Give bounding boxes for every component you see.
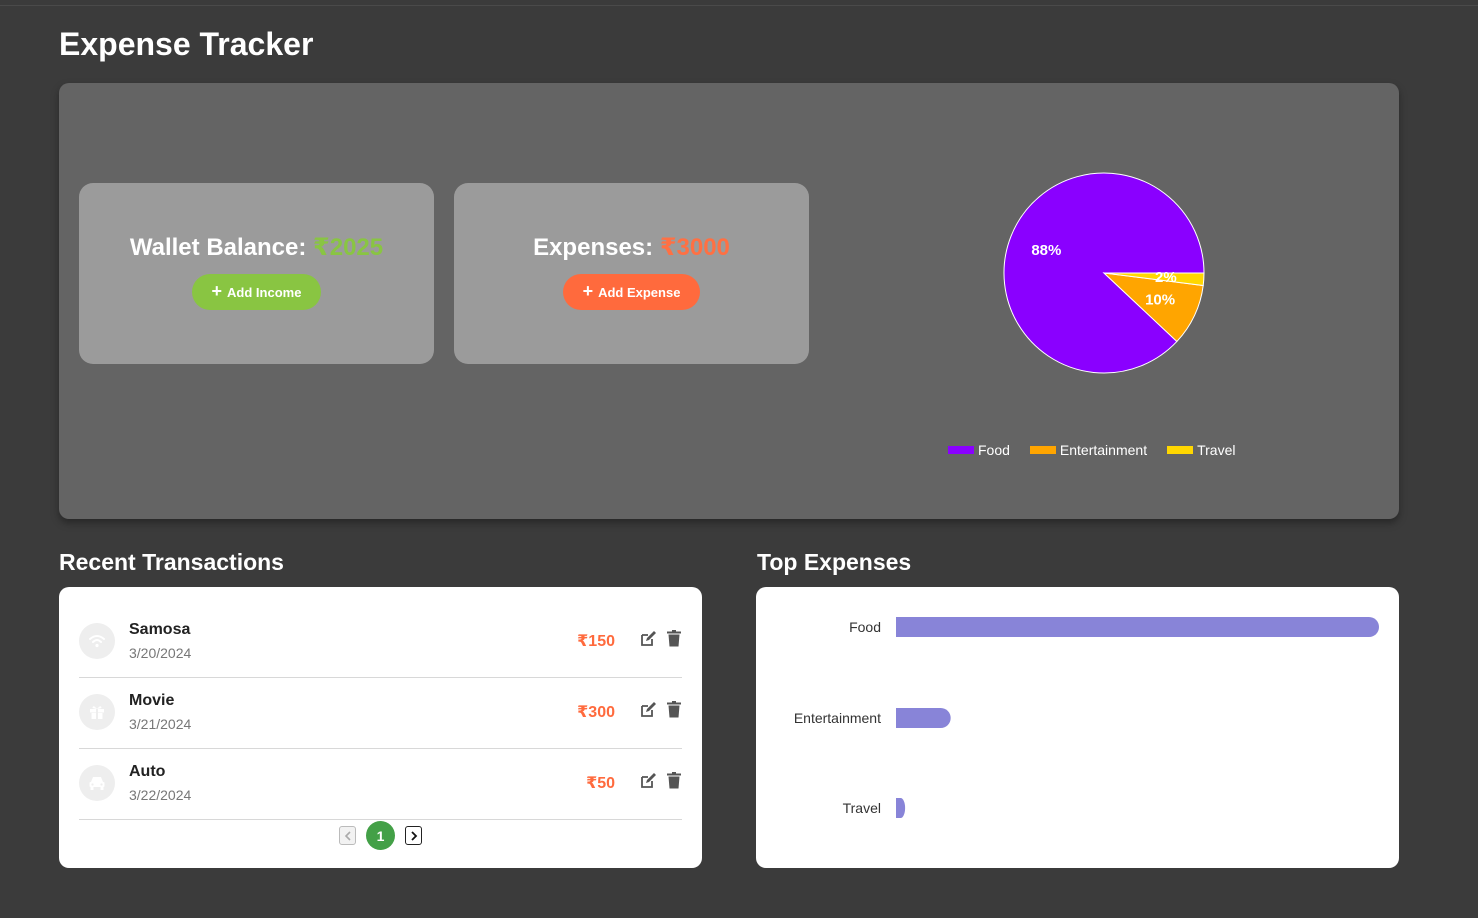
bar-label-food: Food	[849, 619, 881, 635]
page-title: Expense Tracker	[59, 26, 314, 62]
top-expenses-bar-chart: Food Entertainment Travel	[794, 617, 1379, 818]
pie-label-entertainment: 10%	[1145, 291, 1175, 308]
transaction-amount: ₹150	[577, 633, 615, 650]
gift-icon	[79, 694, 115, 730]
list-item: Auto 3/22/2024 ₹50	[79, 749, 682, 820]
recent-transactions-panel: Samosa 3/20/2024 ₹150 Movie 3/21/2024 ₹3…	[59, 587, 702, 868]
current-page-number[interactable]: 1	[366, 821, 395, 850]
legend-label-food: Food	[978, 442, 1010, 458]
list-item: Samosa 3/20/2024 ₹150	[79, 607, 682, 678]
pie-legend: Food Entertainment Travel	[948, 442, 1235, 458]
transaction-date: 3/22/2024	[129, 787, 192, 803]
bar-label-entertainment: Entertainment	[794, 710, 881, 726]
recent-transactions-title: Recent Transactions	[59, 549, 284, 575]
top-border	[0, 5, 1478, 6]
delete-icon[interactable]	[667, 701, 681, 718]
transaction-amount: ₹50	[586, 775, 615, 792]
food-icon	[79, 623, 115, 659]
transaction-date: 3/21/2024	[129, 716, 192, 732]
transaction-name: Auto	[129, 763, 166, 780]
prev-page-button[interactable]	[339, 826, 356, 845]
list-item: Movie 3/21/2024 ₹300	[79, 678, 682, 749]
transaction-amount: ₹300	[577, 704, 615, 721]
top-expenses-panel: Food Entertainment Travel	[756, 587, 1399, 868]
bar-entertainment[interactable]	[896, 708, 951, 728]
legend-swatch-food	[948, 446, 974, 454]
legend-label-travel: Travel	[1197, 442, 1236, 458]
bar-travel[interactable]	[896, 798, 906, 818]
legend-swatch-travel	[1167, 446, 1194, 454]
pie-label-food: 88%	[1031, 242, 1061, 259]
next-page-button[interactable]	[405, 826, 422, 845]
summary-panel: Wallet Balance: ₹2025 + Add Income Expen…	[59, 83, 1399, 519]
edit-icon[interactable]	[640, 702, 656, 718]
transaction-name: Movie	[129, 692, 175, 709]
edit-icon[interactable]	[640, 631, 656, 647]
bar-food[interactable]	[896, 617, 1379, 637]
transaction-name: Samosa	[129, 621, 191, 638]
pie-label-travel: 2%	[1155, 269, 1177, 286]
car-icon	[79, 765, 115, 801]
edit-icon[interactable]	[640, 773, 656, 789]
legend-label-entertainment: Entertainment	[1059, 442, 1148, 458]
delete-icon[interactable]	[667, 630, 681, 647]
top-expenses-title: Top Expenses	[757, 549, 912, 575]
delete-icon[interactable]	[667, 772, 681, 789]
legend-swatch-entertainment	[1029, 446, 1056, 454]
transaction-date: 3/20/2024	[129, 645, 192, 661]
legend-item-travel[interactable]: Travel	[1167, 442, 1235, 458]
chevron-left-icon	[344, 830, 351, 841]
legend-item-food[interactable]: Food	[948, 442, 1010, 458]
bar-label-travel: Travel	[843, 800, 881, 816]
pagination: 1	[339, 821, 422, 850]
chevron-right-icon	[410, 830, 417, 841]
legend-item-entertainment[interactable]: Entertainment	[1029, 442, 1148, 458]
